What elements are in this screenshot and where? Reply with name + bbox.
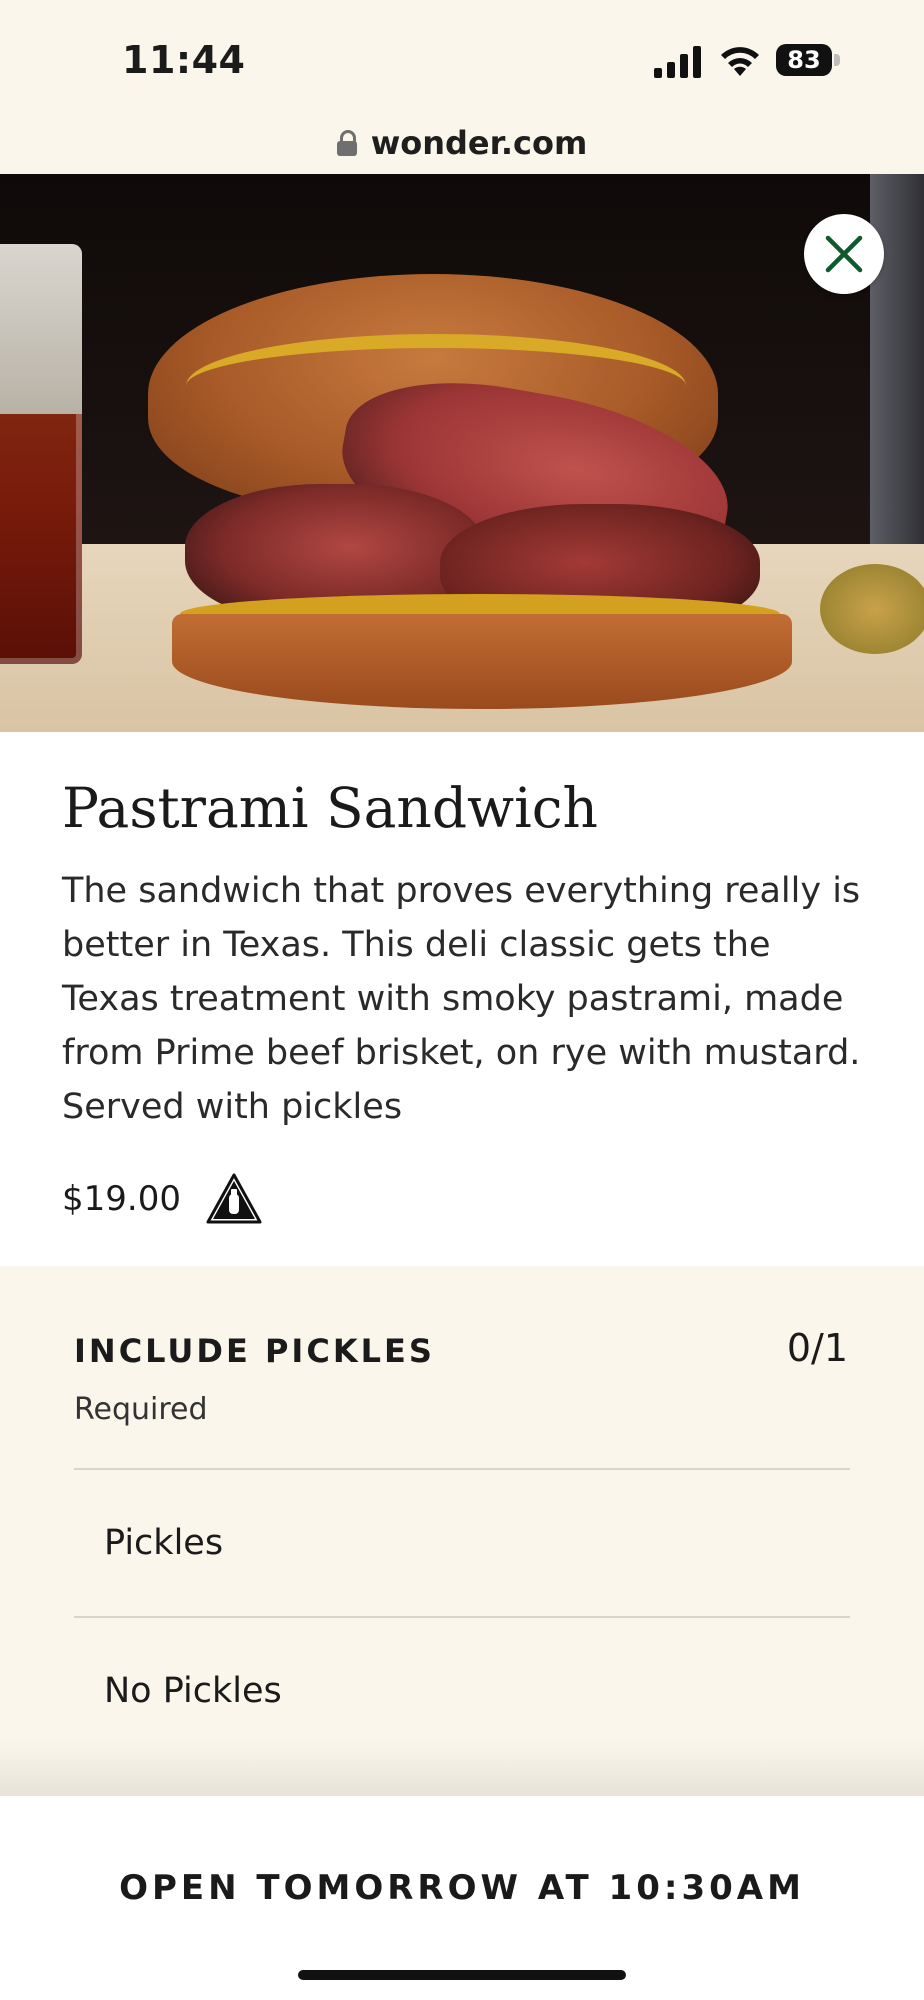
cellular-signal-icon [654, 46, 701, 78]
product-price: $19.00 [62, 1179, 181, 1219]
home-indicator [298, 1970, 626, 1980]
url-text: wonder.com [370, 124, 588, 162]
close-icon [825, 235, 863, 273]
close-button[interactable] [804, 214, 884, 294]
allergen-warning-icon[interactable] [205, 1172, 263, 1226]
option-label: Pickles [104, 1523, 224, 1563]
option-label: No Pickles [104, 1671, 282, 1711]
modifier-group-count: 0/1 [786, 1326, 848, 1370]
wifi-icon [721, 47, 759, 76]
open-tomorrow-button[interactable]: OPEN TOMORROW AT 10:30AM [0, 1868, 924, 1908]
status-time: 11:44 [122, 38, 246, 82]
url-bar[interactable]: wonder.com [0, 112, 924, 174]
product-image [0, 174, 924, 732]
price-row: $19.00 [62, 1172, 263, 1226]
product-details: Pastrami Sandwich The sandwich that prov… [0, 732, 924, 1266]
product-description: The sandwich that proves everything real… [62, 871, 861, 1127]
lock-icon [336, 130, 357, 156]
battery-icon: 83 [776, 44, 842, 78]
modifier-group-title: INCLUDE PICKLES [74, 1332, 435, 1370]
status-bar: 11:44 83 [0, 0, 924, 112]
modifier-group: INCLUDE PICKLES 0/1 Required Pickles No … [0, 1266, 924, 1796]
footer: OPEN TOMORROW AT 10:30AM [0, 1796, 924, 2000]
battery-level: 83 [776, 44, 832, 76]
option-pickles[interactable]: Pickles [74, 1470, 850, 1616]
product-title: Pastrami Sandwich [62, 776, 598, 840]
modifier-required-label: Required [74, 1392, 208, 1427]
